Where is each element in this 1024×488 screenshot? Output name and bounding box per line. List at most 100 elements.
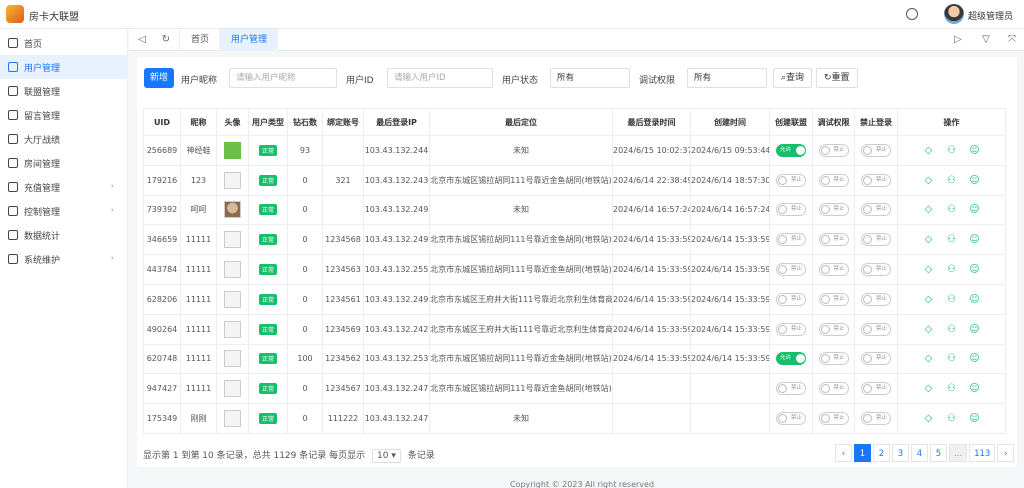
user-profile-icon[interactable]: ☺ [969, 383, 980, 394]
debug-permission-switch[interactable]: 禁止 [818, 322, 849, 336]
sidebar-item-6[interactable]: 充值管理 › [0, 175, 128, 199]
create-league-switch[interactable]: 禁止 [776, 173, 806, 187]
ban-login-switch[interactable]: 禁止 [861, 292, 891, 306]
ban-login-switch[interactable]: 禁止 [861, 203, 891, 217]
switch-text: 禁止 [833, 266, 845, 273]
sidebar-item-0[interactable]: 首页 [0, 31, 128, 55]
prev-page-button[interactable]: ‹ [835, 444, 852, 462]
sidebar-item-2[interactable]: 联盟管理 [0, 79, 128, 103]
next-page-button[interactable]: › [997, 444, 1015, 462]
sidebar-item-7[interactable]: 控制管理 › [0, 199, 128, 223]
user-setting-icon[interactable]: ⚇ [946, 353, 957, 364]
sidebar-item-9[interactable]: 系统维护 › [0, 247, 128, 271]
ban-login-switch[interactable]: 禁止 [861, 412, 891, 426]
page-size-select[interactable]: 10 ▾ [372, 449, 401, 463]
admin-name[interactable]: 超级管理员 [968, 9, 1013, 22]
query-button[interactable]: ⌕查询 [773, 68, 813, 88]
uid-input[interactable] [387, 68, 493, 88]
page-button[interactable]: 2 [873, 444, 890, 462]
debug-permission-switch[interactable]: 禁止 [818, 263, 849, 277]
ban-login-switch[interactable]: 禁止 [861, 352, 891, 366]
nickname-input[interactable] [229, 68, 337, 88]
user-setting-icon[interactable]: ⚇ [946, 234, 957, 245]
tabs-dropdown-icon[interactable]: ▽ [979, 33, 993, 47]
sidebar-item-5[interactable]: 房间管理 [0, 151, 128, 175]
reset-button[interactable]: ↻重置 [816, 68, 858, 88]
page-button[interactable]: 3 [892, 444, 909, 462]
user-setting-icon[interactable]: ⚇ [946, 383, 957, 394]
diamond-icon[interactable]: ◇ [923, 204, 934, 215]
sidebar-item-8[interactable]: 数据统计 [0, 223, 128, 247]
switch-knob [863, 235, 872, 245]
user-profile-icon[interactable]: ☺ [969, 204, 980, 215]
create-league-switch[interactable]: 禁止 [776, 412, 806, 426]
debug-permission-switch[interactable]: 禁止 [818, 143, 849, 157]
create-league-switch[interactable]: 禁止 [776, 263, 806, 277]
diamond-icon[interactable]: ◇ [923, 264, 934, 275]
debug-permission-switch[interactable]: 禁止 [818, 352, 849, 366]
diamond-icon[interactable]: ◇ [923, 413, 934, 424]
pagination-summary-prefix: 显示第 1 到第 10 条记录，总共 1129 条记录 每页显示 [143, 451, 366, 461]
user-setting-icon[interactable]: ⚇ [946, 175, 957, 186]
debug-permission-switch[interactable]: 禁止 [818, 173, 849, 187]
user-setting-icon[interactable]: ⚇ [946, 204, 957, 215]
user-profile-icon[interactable]: ☺ [969, 324, 980, 335]
debug-permission-switch[interactable]: 禁止 [818, 292, 849, 306]
diamond-icon[interactable]: ◇ [923, 294, 934, 305]
debug-permission-switch[interactable]: 禁止 [818, 233, 849, 247]
debug-select[interactable]: 所有 [687, 68, 767, 88]
user-profile-icon[interactable]: ☺ [969, 353, 980, 364]
ban-login-switch[interactable]: 禁止 [861, 322, 891, 336]
user-profile-icon[interactable]: ☺ [969, 234, 980, 245]
sidebar-item-1[interactable]: 用户管理 [0, 55, 128, 79]
page-button[interactable]: 5 [930, 444, 947, 462]
theme-palette-icon[interactable] [906, 8, 918, 20]
user-setting-icon[interactable]: ⚇ [946, 294, 957, 305]
page-button[interactable]: 4 [911, 444, 928, 462]
tab-home[interactable]: 首页 [179, 29, 220, 51]
diamond-icon[interactable]: ◇ [923, 383, 934, 394]
user-setting-icon[interactable]: ⚇ [946, 324, 957, 335]
sidebar-item-4[interactable]: 大厅战绩 [0, 127, 128, 151]
page-button[interactable]: 1 [854, 444, 871, 462]
create-league-switch[interactable]: 禁止 [776, 233, 806, 247]
ban-login-switch[interactable]: 禁止 [861, 263, 891, 277]
ban-login-switch[interactable]: 禁止 [861, 173, 891, 187]
ban-login-switch[interactable]: 禁止 [861, 143, 891, 157]
user-profile-icon[interactable]: ☺ [969, 294, 980, 305]
tab-user-management[interactable]: 用户管理 [219, 29, 279, 51]
cell-diamonds: 0 [287, 403, 323, 434]
user-setting-icon[interactable]: ⚇ [946, 413, 957, 424]
diamond-icon[interactable]: ◇ [923, 234, 934, 245]
diamond-icon[interactable]: ◇ [923, 324, 934, 335]
user-profile-icon[interactable]: ☺ [969, 264, 980, 275]
sidebar-item-3[interactable]: 留言管理 [0, 103, 128, 127]
debug-permission-switch[interactable]: 禁止 [818, 203, 849, 217]
admin-avatar[interactable] [944, 4, 964, 24]
create-league-switch[interactable]: 禁止 [776, 322, 806, 336]
page-button[interactable]: 113 [969, 444, 996, 462]
refresh-icon[interactable]: ↻ [159, 33, 173, 47]
tabs-scroll-left-icon[interactable]: ◁ [135, 33, 149, 47]
user-profile-icon[interactable]: ☺ [969, 145, 980, 156]
fullscreen-icon[interactable]: ⤧ [1005, 33, 1019, 47]
debug-permission-switch[interactable]: 禁止 [818, 412, 849, 426]
create-league-switch[interactable]: 允许 [776, 352, 806, 366]
diamond-icon[interactable]: ◇ [923, 175, 934, 186]
ban-login-switch[interactable]: 禁止 [861, 382, 891, 396]
diamond-icon[interactable]: ◇ [923, 145, 934, 156]
create-league-switch[interactable]: 禁止 [776, 203, 806, 217]
status-select[interactable]: 所有 [550, 68, 630, 88]
create-league-switch[interactable]: 允许 [776, 143, 806, 157]
user-profile-icon[interactable]: ☺ [969, 175, 980, 186]
create-league-switch[interactable]: 禁止 [776, 292, 806, 306]
tabs-scroll-right-icon[interactable]: ▷ [951, 33, 965, 47]
debug-permission-switch[interactable]: 禁止 [818, 382, 849, 396]
create-league-switch[interactable]: 禁止 [776, 382, 806, 396]
ban-login-switch[interactable]: 禁止 [861, 233, 891, 247]
user-profile-icon[interactable]: ☺ [969, 413, 980, 424]
user-setting-icon[interactable]: ⚇ [946, 145, 957, 156]
user-setting-icon[interactable]: ⚇ [946, 264, 957, 275]
diamond-icon[interactable]: ◇ [923, 353, 934, 364]
add-user-button[interactable]: 新增 [144, 68, 174, 88]
